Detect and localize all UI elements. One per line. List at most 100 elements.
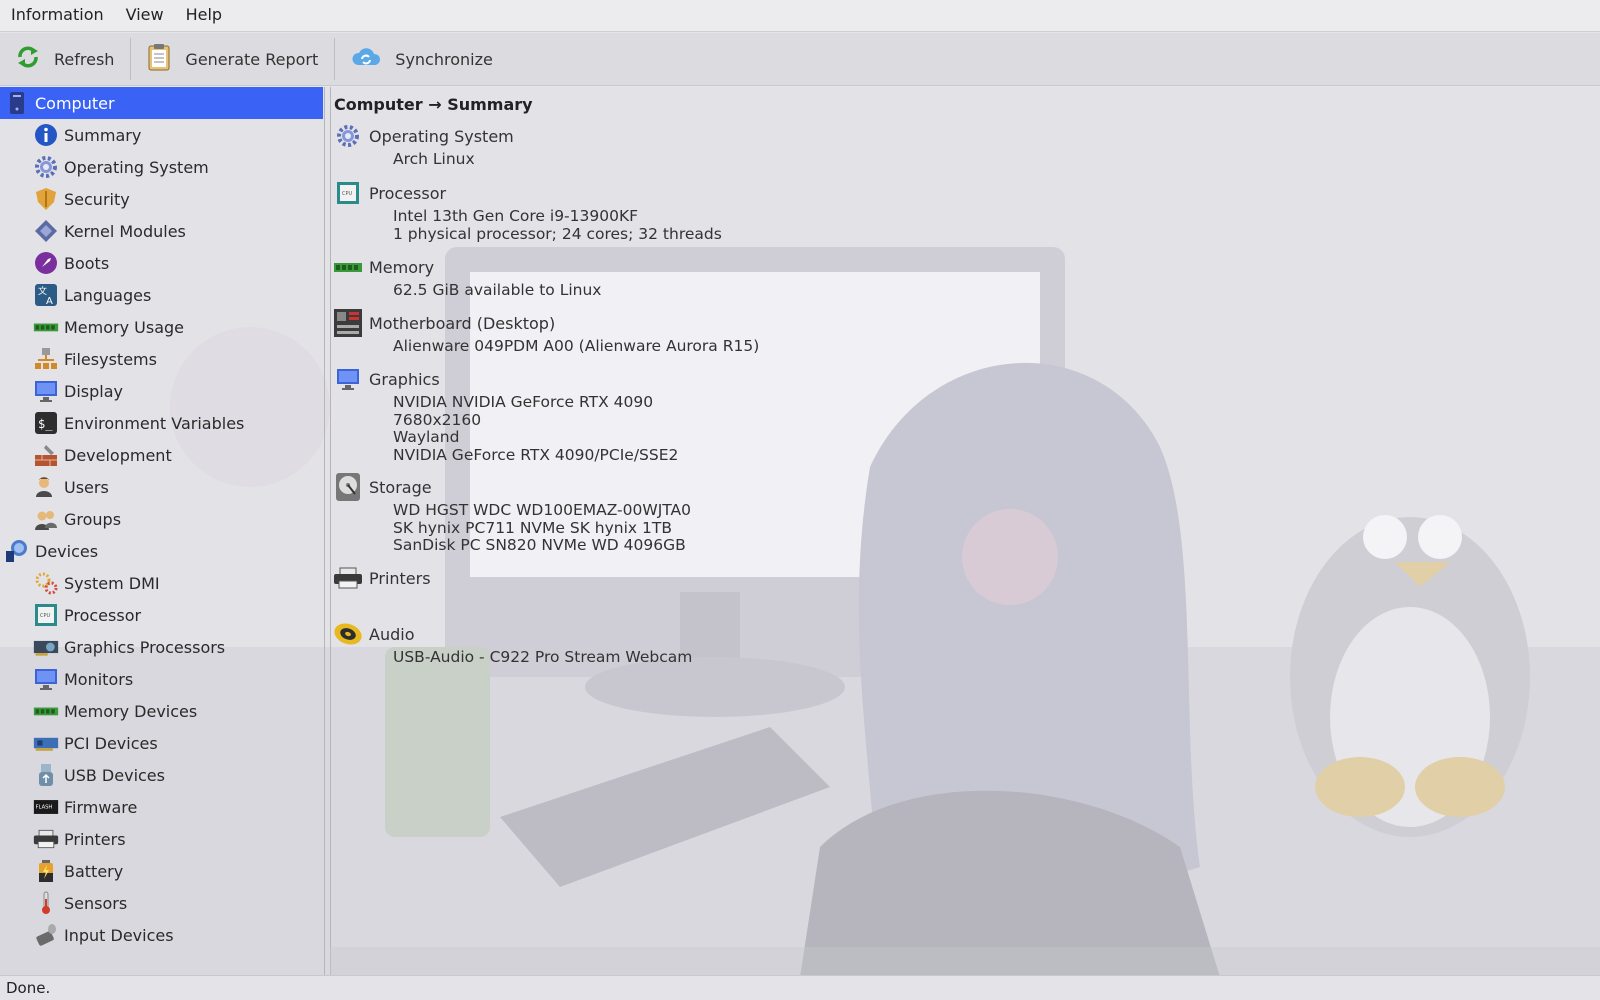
tree-item-devices[interactable]: Devices: [0, 535, 323, 567]
refresh-label: Refresh: [54, 49, 115, 69]
tree-item-label: Environment Variables: [64, 413, 245, 433]
tree-item-label: System DMI: [64, 573, 160, 593]
cpu-icon: CPU: [333, 178, 363, 208]
clipboard-icon: [147, 43, 171, 75]
tree-item-groups[interactable]: Groups: [0, 503, 323, 535]
info-icon: [33, 122, 59, 148]
display-icon: [33, 378, 59, 404]
tree-item-usb-devices[interactable]: USB Devices: [0, 759, 323, 791]
tree-item-development[interactable]: Development: [0, 439, 323, 471]
sidebar-tree: Computer Summary Operating System Security K…: [0, 87, 325, 975]
tree-item-boots[interactable]: Boots: [0, 247, 323, 279]
module-icon: [33, 218, 59, 244]
gpu-icon: [33, 634, 59, 660]
memory-icon: [33, 698, 59, 724]
section-title: Graphics: [369, 369, 440, 389]
section-value: Alienware 049PDM A00 (Alienware Aurora R…: [393, 337, 760, 355]
tree-item-summary[interactable]: Summary: [0, 119, 323, 151]
section-title: Printers: [369, 568, 431, 588]
tree-item-processor[interactable]: CPU Processor: [0, 599, 323, 631]
tree-item-label: Battery: [64, 861, 124, 881]
cpu-icon: CPU: [33, 602, 59, 628]
tree-item-system-dmi[interactable]: System DMI: [0, 567, 323, 599]
tree-item-display[interactable]: Display: [0, 375, 323, 407]
tree-item-label: Users: [64, 477, 109, 497]
summary-panel: Computer → Summary Operating System Arch …: [330, 87, 1600, 975]
language-icon: 文A: [33, 282, 59, 308]
monitor-icon: [33, 666, 59, 692]
section-header: Storage: [333, 472, 691, 502]
tree-item-label: Filesystems: [64, 349, 157, 369]
section-audio: Audio USB-Audio - C922 Pro Stream Webcam: [333, 619, 692, 667]
tree-item-monitors[interactable]: Monitors: [0, 663, 323, 695]
section-value: 1 physical processor; 24 cores; 32 threa…: [393, 224, 722, 243]
user-icon: [33, 474, 59, 500]
section-value: WD HGST WDC WD100EMAZ-00WJTA0: [393, 501, 692, 519]
tree-item-filesystems[interactable]: Filesystems: [0, 343, 323, 375]
tree-item-kernel-modules[interactable]: Kernel Modules: [0, 215, 323, 247]
generate-report-button[interactable]: Generate Report: [131, 33, 334, 86]
section-value: NVIDIA GeForce RTX 4090/PCIe/SSE2: [393, 445, 679, 464]
speaker-icon: [333, 619, 363, 649]
section-value: USB-Audio - C922 Pro Stream Webcam: [393, 648, 693, 666]
devices-icon: [4, 538, 30, 564]
section-processor: CPU Processor Intel 13th Gen Core i9-13900…: [333, 178, 722, 243]
tree-item-memory-devices[interactable]: Memory Devices: [0, 695, 323, 727]
section-value: NVIDIA NVIDIA GeForce RTX 4090: [393, 393, 654, 411]
tree-item-label: Sensors: [64, 893, 128, 913]
tree-item-printers[interactable]: Printers: [0, 823, 323, 855]
memory-icon: [33, 314, 59, 340]
filesystem-icon: [33, 346, 59, 372]
section-header: Audio: [333, 619, 692, 649]
tree-item-input-devices[interactable]: Input Devices: [0, 919, 323, 951]
tree-item-graphics-processors[interactable]: Graphics Processors: [0, 631, 323, 663]
group-icon: [33, 506, 59, 532]
section-title: Motherboard (Desktop): [369, 313, 556, 333]
tree-item-label: Operating System: [64, 157, 209, 177]
dmi-icon: [33, 570, 59, 596]
tree-item-security[interactable]: Security: [0, 183, 323, 215]
shield-icon: [33, 186, 59, 212]
menu-information[interactable]: Information: [0, 0, 115, 32]
section-title: Processor: [369, 183, 447, 203]
tree-item-label: USB Devices: [64, 765, 165, 785]
tree-item-sensors[interactable]: Sensors: [0, 887, 323, 919]
tree-item-pci-devices[interactable]: PCI Devices: [0, 727, 323, 759]
section-header: Operating System: [333, 121, 514, 151]
computer-icon: [4, 90, 30, 116]
tree-item-battery[interactable]: Battery: [0, 855, 323, 887]
section-value: Wayland: [393, 428, 460, 446]
tree-item-label: Computer: [35, 93, 115, 113]
tree-item-languages[interactable]: 文 A Languages: [0, 279, 323, 311]
gear-icon: [33, 154, 59, 180]
synchronize-label: Synchronize: [395, 49, 493, 69]
breadcrumb: Computer → Summary: [334, 95, 533, 114]
tree-item-label: Devices: [35, 541, 99, 561]
section-title: Audio: [369, 624, 415, 644]
tree-item-computer[interactable]: Computer: [0, 87, 323, 119]
tree-item-operating-system[interactable]: Operating System: [0, 151, 323, 183]
tree-item-users[interactable]: Users: [0, 471, 323, 503]
section-value: 62.5 GiB available to Linux: [393, 281, 602, 299]
toolbar: Refresh Generate Report Synchronize: [0, 33, 1600, 86]
rocket-icon: [33, 250, 59, 276]
section-value: 7680x2160: [393, 410, 482, 429]
synchronize-button[interactable]: Synchronize: [335, 33, 509, 86]
horizontal-scrollbar[interactable]: [330, 947, 1600, 975]
section-title: Storage: [369, 477, 432, 497]
menu-view[interactable]: View: [115, 0, 175, 32]
refresh-button[interactable]: Refresh: [0, 33, 130, 86]
thermometer-icon: [33, 890, 59, 916]
tree-item-label: PCI Devices: [64, 733, 158, 753]
tree-item-firmware[interactable]: FLASH Firmware: [0, 791, 323, 823]
tree-item-memory-usage[interactable]: Memory Usage: [0, 311, 323, 343]
tree-item-environment-variables[interactable]: $_ Environment Variables: [0, 407, 323, 439]
svg-text:CPU: CPU: [40, 613, 51, 619]
tree-item-label: Display: [64, 381, 123, 401]
tree-item-label: Boots: [64, 253, 110, 273]
battery-icon: [33, 858, 59, 884]
tree-item-label: Processor: [64, 605, 142, 625]
memory-icon: [333, 252, 363, 282]
menu-help[interactable]: Help: [175, 0, 233, 32]
svg-text:A: A: [46, 296, 53, 307]
